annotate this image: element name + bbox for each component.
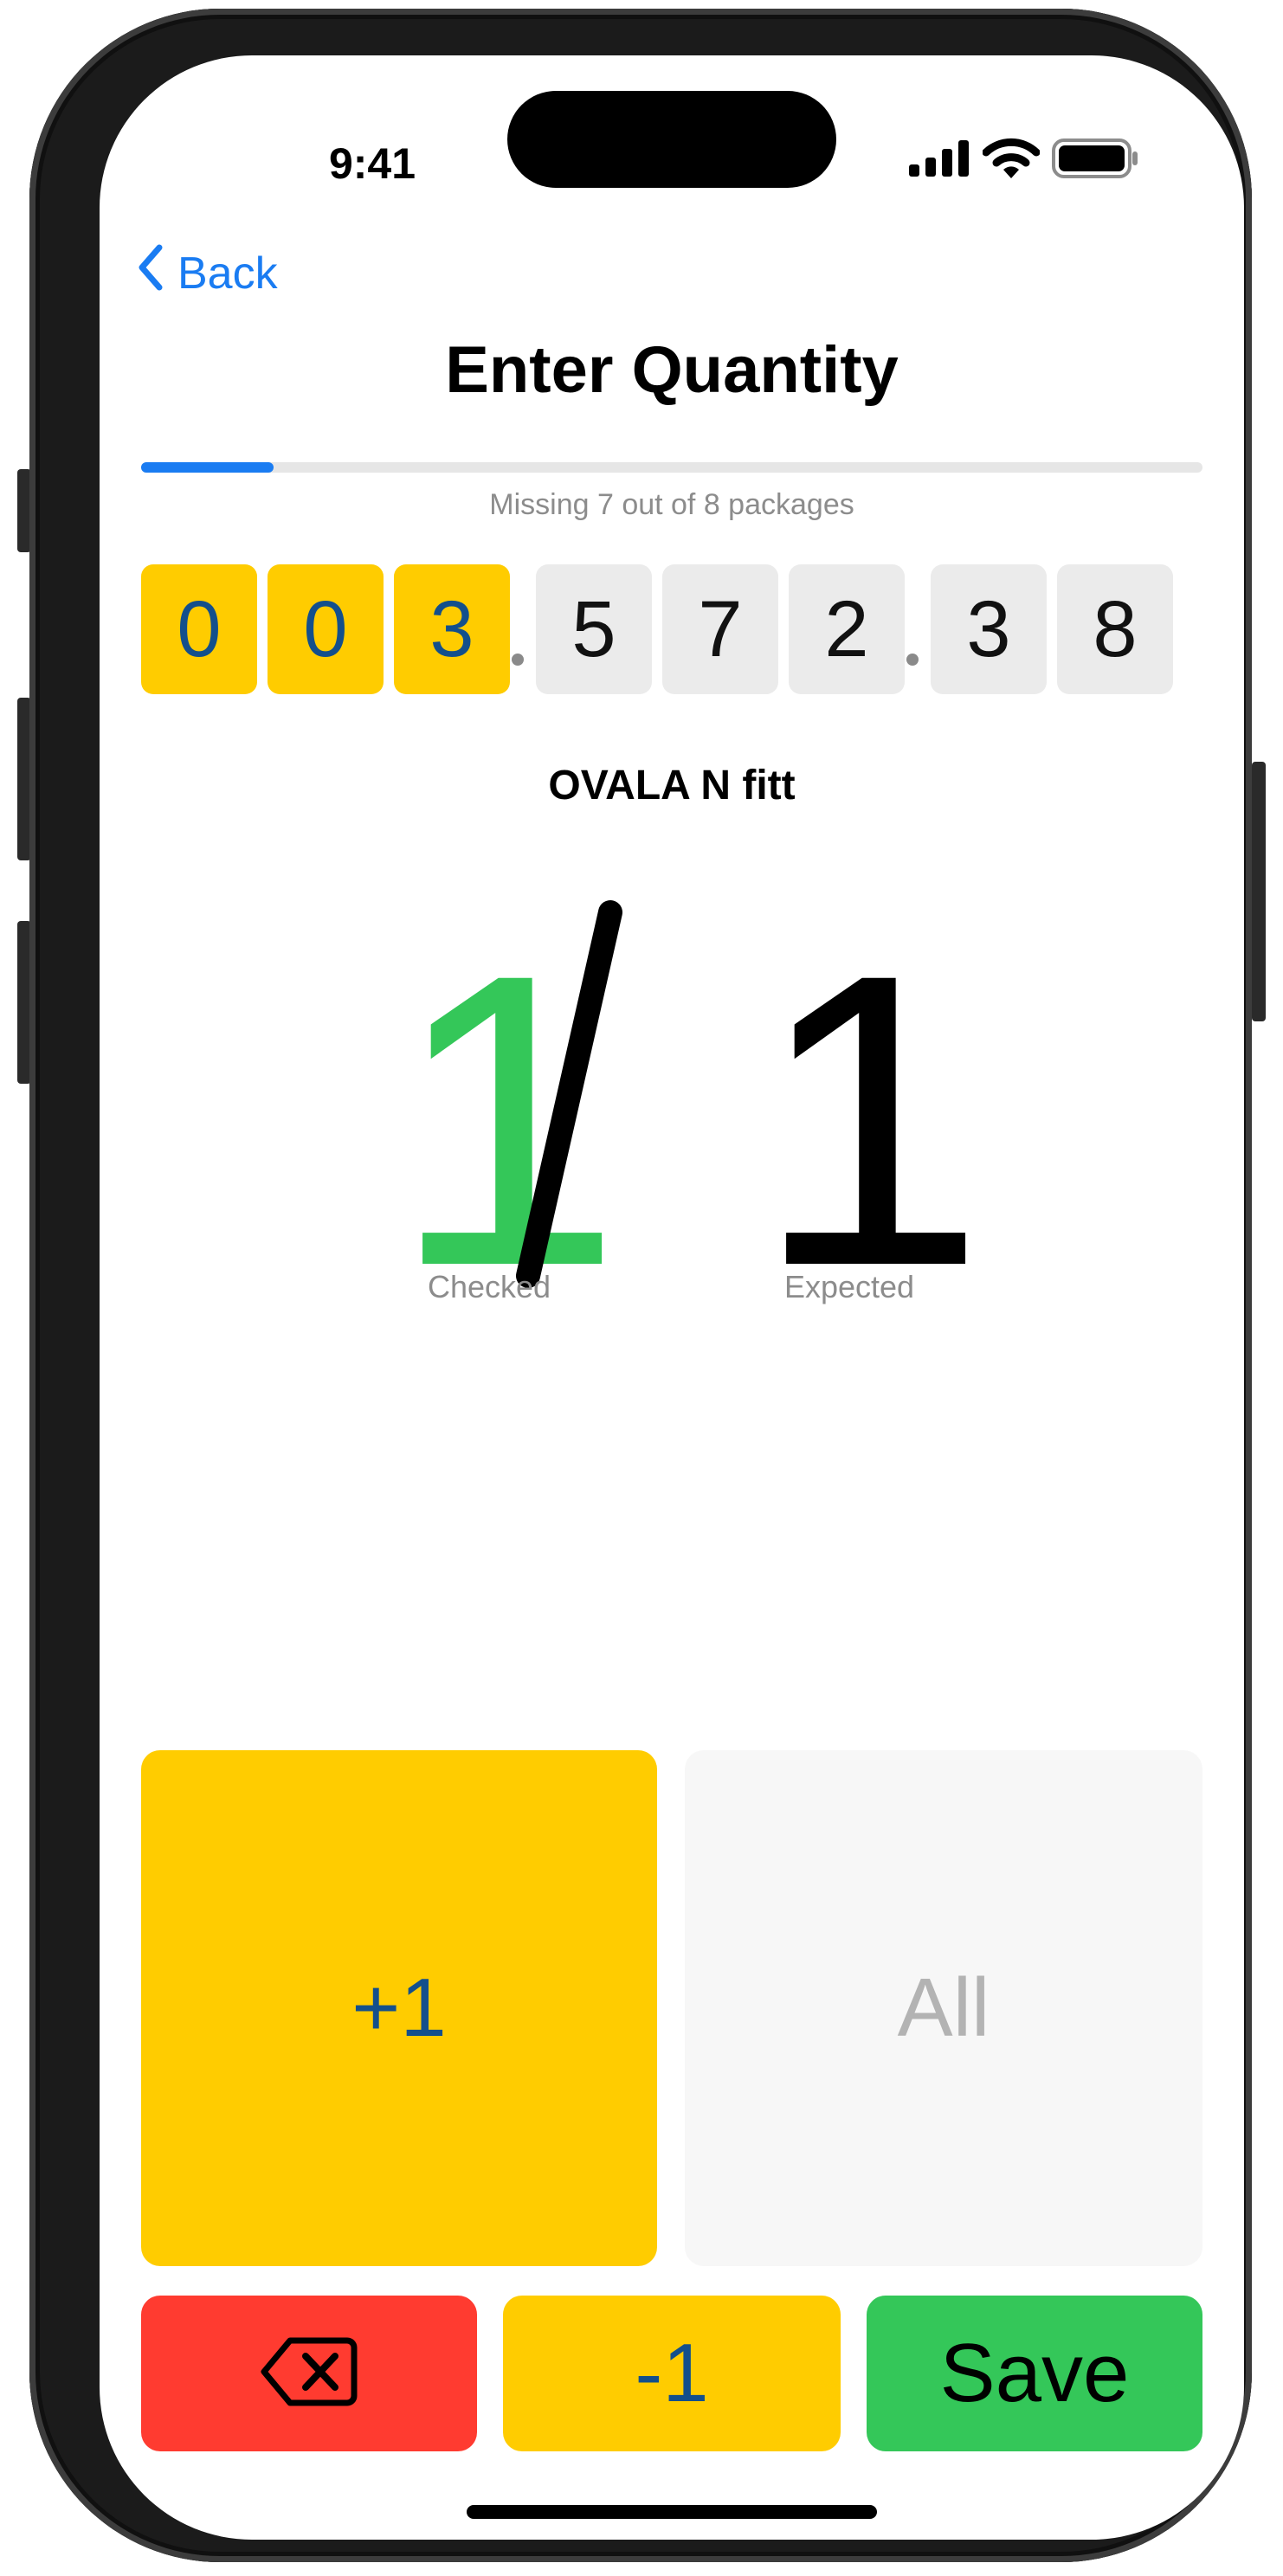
article-digit: 5 [536, 564, 652, 694]
article-digit: 2 [789, 564, 905, 694]
power-button [1252, 762, 1266, 1021]
article-digit: 8 [1057, 564, 1173, 694]
cellular-signal-icon [909, 140, 970, 181]
article-number: 00357238 [141, 564, 1202, 694]
missing-packages-text: Missing 7 out of 8 packages [489, 488, 854, 521]
progress-bar [141, 462, 1202, 473]
minus-one-button[interactable]: -1 [503, 2296, 841, 2451]
article-digit: 0 [268, 564, 384, 694]
home-indicator[interactable] [467, 2505, 877, 2519]
save-button[interactable]: Save [867, 2296, 1202, 2451]
delete-button[interactable] [141, 2296, 477, 2451]
article-digit: 0 [141, 564, 257, 694]
slash-divider [480, 886, 654, 1306]
article-digit: 7 [662, 564, 778, 694]
dynamic-island [507, 91, 836, 188]
article-digit: 3 [394, 564, 510, 694]
wifi-icon [982, 137, 1041, 184]
article-digit: 3 [931, 564, 1047, 694]
chevron-left-icon [138, 244, 164, 302]
progress-fill [141, 462, 274, 473]
phone-frame: 9:41 Back Enter Quantity Missing 7 out o… [29, 9, 1252, 2562]
back-button[interactable]: Back [138, 244, 278, 302]
expected-label: Expected [783, 1269, 915, 1304]
digit-separator [512, 654, 524, 666]
all-button[interactable]: All [685, 1750, 1202, 2266]
expected-count: 1 [754, 887, 986, 1352]
battery-icon [1052, 138, 1138, 183]
status-time: 9:41 [328, 139, 416, 188]
digit-separator [906, 654, 919, 666]
plus-one-button[interactable]: +1 [141, 1750, 657, 2266]
back-label: Back [177, 248, 278, 299]
screen: 9:41 Back Enter Quantity Missing 7 out o… [100, 55, 1244, 2540]
backspace-icon [261, 2335, 358, 2412]
checked-label: Checked [427, 1269, 551, 1304]
page-title: Enter Quantity [445, 333, 899, 407]
product-name: OVALA N fitt [548, 763, 796, 808]
